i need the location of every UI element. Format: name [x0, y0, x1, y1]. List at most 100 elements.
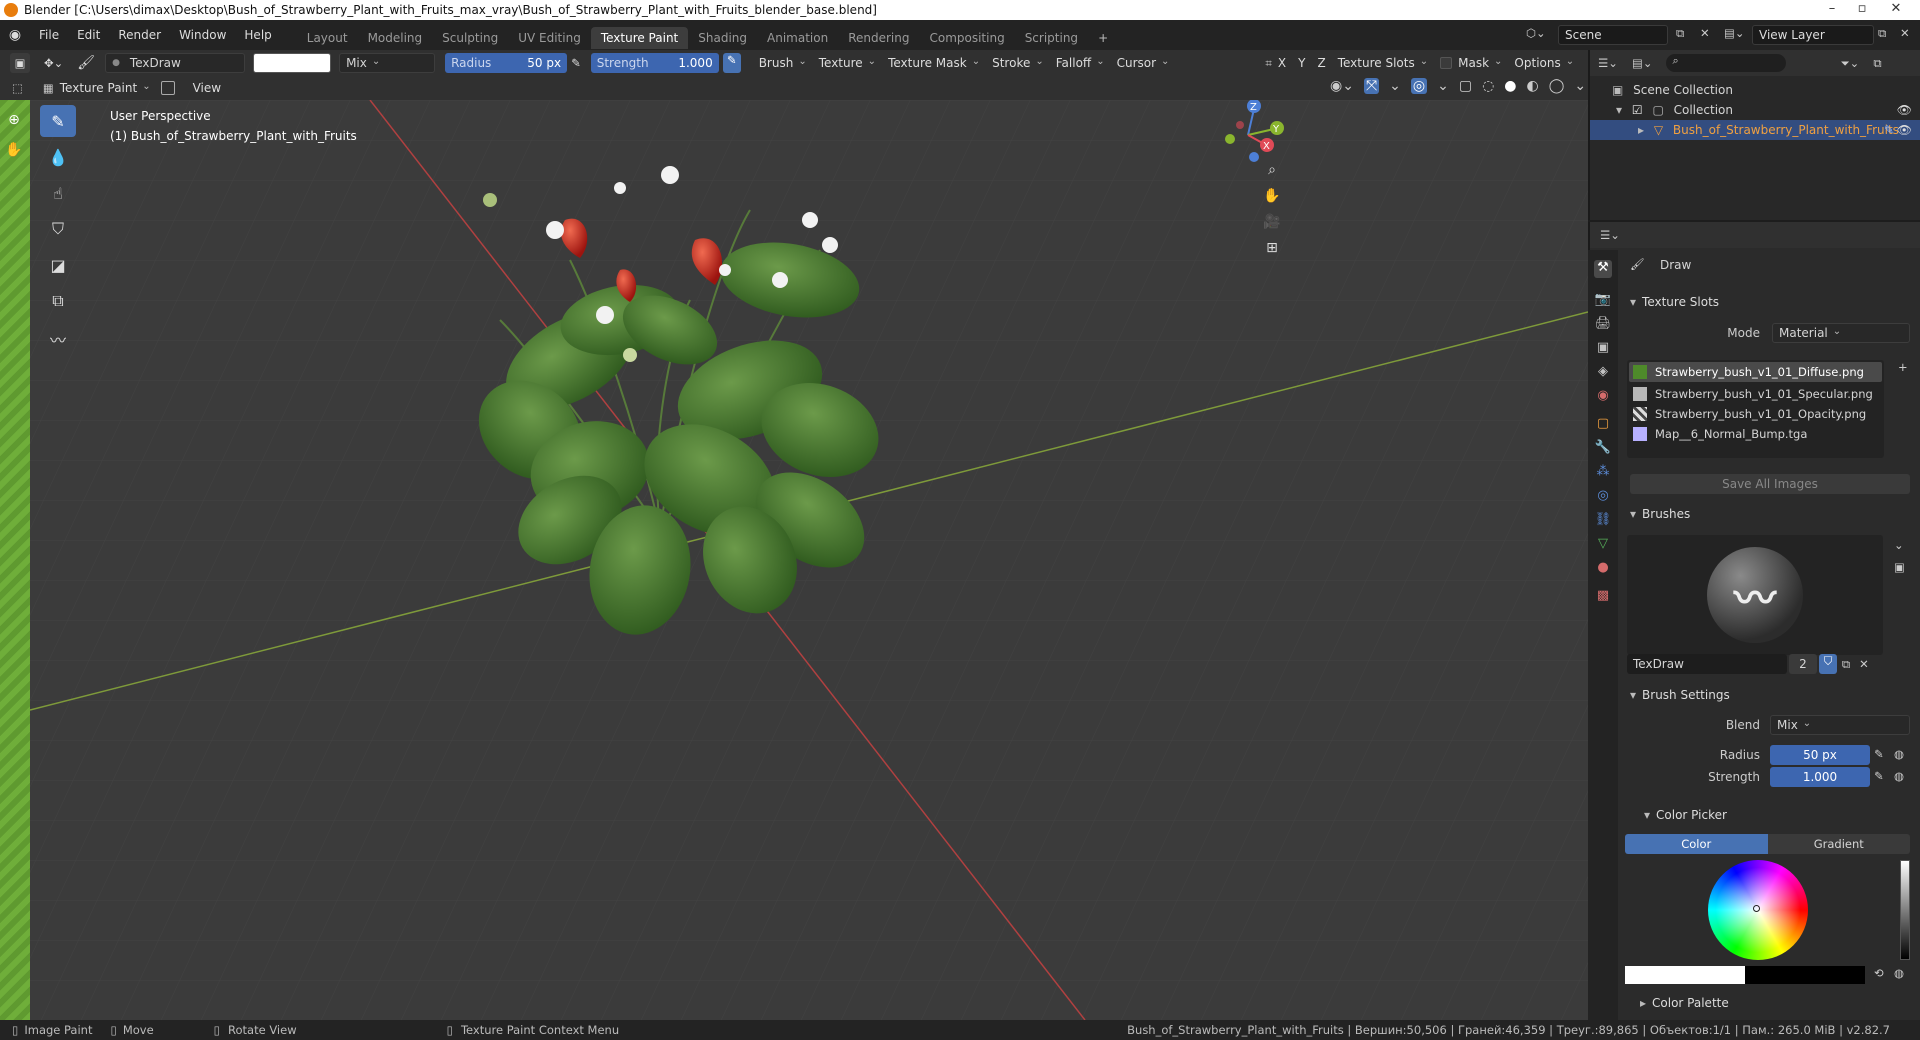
texture-slots-menu[interactable]: Texture Slots: [1332, 53, 1434, 73]
clone-tool-icon[interactable]: ⛉: [40, 213, 76, 245]
radius-field[interactable]: 50 px: [1770, 745, 1870, 765]
filter-icon[interactable]: ⏷⌄: [1840, 56, 1859, 71]
scene-name-field[interactable]: Scene: [1558, 25, 1668, 45]
strength-field[interactable]: 1.000: [1770, 767, 1870, 787]
brush-settings-section[interactable]: Brush Settings: [1622, 684, 1918, 706]
new-view-layer-icon[interactable]: ⧉: [1878, 26, 1886, 41]
outliner-row-object[interactable]: ▸ ▽ Bush_of_Strawberry_Plant_with_Fruits…: [1590, 120, 1920, 140]
view-layer-browse-icon[interactable]: ▤⌄: [1724, 26, 1745, 40]
smear-tool-icon[interactable]: ☝: [40, 177, 76, 209]
gizmo-toggle-icon[interactable]: ⤧: [1363, 78, 1380, 94]
expand-arrow-icon[interactable]: ▸: [1638, 123, 1644, 137]
unlink-brush-icon[interactable]: ✕: [1855, 657, 1873, 671]
texture-menu[interactable]: Texture: [813, 53, 882, 73]
tab-particles-icon[interactable]: ⁂: [1594, 464, 1612, 482]
outliner-row-scene-collection[interactable]: ▣ Scene Collection: [1590, 80, 1920, 100]
material-shading-icon[interactable]: ◐: [1527, 78, 1539, 94]
tool-icon[interactable]: ✥⌄: [44, 56, 63, 70]
color-picker-subpanel[interactable]: Color Picker: [1636, 804, 1916, 826]
strength-slider[interactable]: Strength 1.000: [590, 53, 719, 73]
duplicate-brush-icon[interactable]: ⧉: [1837, 657, 1855, 672]
draw-tool-icon[interactable]: ✎: [40, 105, 76, 137]
gizmo-dropdown-icon[interactable]: ⌄: [1389, 78, 1401, 94]
blend-mode-dropdown[interactable]: Mix: [339, 53, 436, 73]
color-wheel-cursor[interactable]: [1753, 905, 1760, 912]
close-button[interactable]: ✕: [1882, 0, 1910, 20]
cursor-menu[interactable]: Cursor: [1111, 53, 1176, 73]
texture-slot-row[interactable]: Strawberry_bush_v1_01_Opacity.png: [1629, 404, 1882, 424]
color-tab[interactable]: Color: [1625, 834, 1768, 854]
blend-dropdown[interactable]: Mix: [1770, 715, 1910, 735]
add-workspace-button[interactable]: +: [1088, 27, 1118, 49]
camera-view-icon[interactable]: 🎥: [1260, 210, 1284, 234]
tab-data-icon[interactable]: ▽: [1594, 536, 1612, 554]
save-all-images-button[interactable]: Save All Images: [1630, 474, 1910, 494]
view-layer-field[interactable]: View Layer: [1752, 25, 1874, 45]
brush-expand-icon[interactable]: ⌄: [1894, 538, 1904, 552]
scene-browse-icon[interactable]: ⬡⌄: [1526, 26, 1546, 40]
visibility-icon[interactable]: ◉⌄: [1330, 78, 1354, 94]
color-wheel[interactable]: [1708, 860, 1808, 960]
symmetry-z-toggle[interactable]: Z: [1311, 53, 1331, 73]
editor-type-icon[interactable]: ▣: [10, 53, 30, 73]
xray-toggle-icon[interactable]: ▢: [1459, 78, 1472, 94]
color-swatch-bar[interactable]: [1625, 966, 1865, 984]
tab-texture-icon[interactable]: ▩: [1594, 588, 1612, 606]
collapse-arrow-icon[interactable]: ▾: [1616, 103, 1622, 117]
zoom-icon[interactable]: ⌕: [1260, 158, 1284, 182]
tab-texture-paint[interactable]: Texture Paint: [590, 27, 689, 49]
fake-user-shield-icon[interactable]: ⛉: [1819, 654, 1837, 674]
mode-dropdown[interactable]: Material: [1772, 323, 1910, 343]
tab-uv-editing[interactable]: UV Editing: [508, 27, 591, 49]
tab-modeling[interactable]: Modeling: [358, 27, 433, 49]
tab-tool-icon[interactable]: ⚒: [1594, 260, 1612, 278]
minimize-button[interactable]: –: [1818, 0, 1846, 20]
tab-world-icon[interactable]: ◉: [1594, 388, 1612, 406]
menu-window[interactable]: Window: [170, 20, 235, 50]
texture-slots-section[interactable]: Texture Slots: [1622, 291, 1918, 313]
brush-image-icon[interactable]: ▣: [1894, 560, 1905, 574]
tab-shading[interactable]: Shading: [688, 27, 757, 49]
tab-output-icon[interactable]: 🖨: [1594, 316, 1612, 334]
brush-name-field[interactable]: TexDraw: [1627, 654, 1787, 674]
menu-help[interactable]: Help: [235, 20, 280, 50]
radius-slider[interactable]: Radius 50 px: [445, 53, 568, 73]
visibility-eye-icon[interactable]: 👁: [1897, 100, 1912, 120]
outliner-display-mode-icon[interactable]: ▤⌄: [1632, 56, 1653, 70]
menu-render[interactable]: Render: [109, 20, 170, 50]
brushes-section[interactable]: Brushes: [1622, 503, 1918, 525]
properties-editor-type-icon[interactable]: ☰⌄: [1600, 228, 1620, 242]
3d-viewport[interactable]: Z Y X ⌕ ✋ 🎥 ⊞: [30, 100, 1588, 1020]
view-menu[interactable]: View: [193, 81, 221, 95]
swap-colors-icon[interactable]: ⟲: [1874, 966, 1884, 980]
tab-physics-icon[interactable]: ◎: [1594, 488, 1612, 506]
fill-tool-icon[interactable]: ◪: [40, 249, 76, 281]
brush-users-count[interactable]: 2: [1789, 654, 1817, 674]
gradient-tab[interactable]: Gradient: [1767, 834, 1910, 854]
mode-dropdown[interactable]: Texture Paint: [60, 81, 151, 95]
tab-render-icon[interactable]: 📷: [1594, 292, 1612, 310]
strength-pressure-icon[interactable]: ✎: [1874, 769, 1884, 783]
texture-slot-row[interactable]: Map__6_Normal_Bump.tga: [1629, 424, 1882, 444]
tab-view-layer-icon[interactable]: ▣: [1594, 340, 1612, 358]
tab-layout[interactable]: Layout: [297, 27, 358, 49]
symmetry-y-toggle[interactable]: Y: [1292, 53, 1311, 73]
brush-preview-box[interactable]: 〰: [1627, 535, 1883, 655]
tab-object-icon[interactable]: ▢: [1594, 416, 1612, 434]
rendered-shading-icon[interactable]: ◯: [1549, 78, 1565, 94]
tab-constraints-icon[interactable]: ⛓: [1594, 512, 1612, 530]
radius-unified-icon[interactable]: ◍: [1894, 747, 1904, 761]
outliner-editor-type-icon[interactable]: ☰⌄: [1598, 56, 1618, 70]
mask-checkbox[interactable]: [1440, 57, 1453, 69]
new-collection-icon[interactable]: ⧉: [1873, 56, 1881, 71]
radius-pressure-icon[interactable]: ✎: [1874, 747, 1884, 761]
blender-menu-icon[interactable]: ◉: [0, 27, 30, 43]
tab-animation[interactable]: Animation: [757, 27, 838, 49]
value-slider[interactable]: [1900, 860, 1910, 960]
outliner-row-collection[interactable]: ▾ ☑ ▢ Collection 👁: [1590, 100, 1920, 120]
add-texture-slot-icon[interactable]: +: [1898, 360, 1908, 374]
brush-color-swatch[interactable]: [253, 53, 332, 73]
annotate-tool-icon[interactable]: 〰: [40, 323, 76, 355]
checkbox-icon[interactable]: ☑: [1632, 103, 1643, 117]
remove-view-layer-icon[interactable]: ✕: [1900, 26, 1910, 40]
